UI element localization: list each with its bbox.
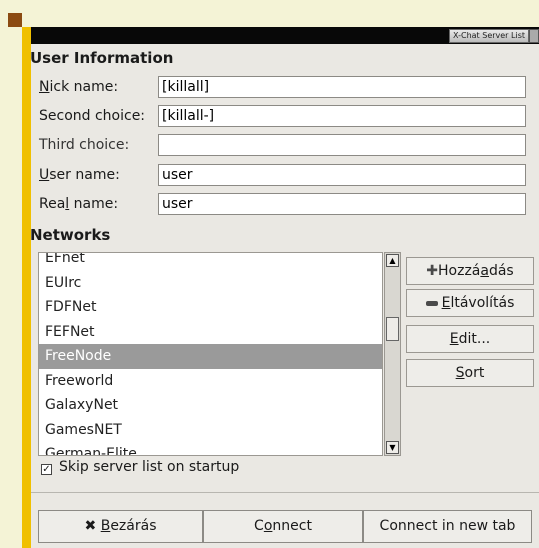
scroll-up-arrow-icon[interactable]: ▲ xyxy=(386,254,399,267)
scrollbar-thumb[interactable] xyxy=(386,317,399,341)
plus-icon: ✚ xyxy=(426,263,438,279)
checkmark-icon: ✓ xyxy=(42,464,51,475)
edit-network-button[interactable]: Edit... xyxy=(406,325,534,353)
network-list-item[interactable]: FEFNet xyxy=(39,320,382,345)
sort-networks-button[interactable]: Sort xyxy=(406,359,534,387)
minus-icon xyxy=(425,300,438,306)
window-title-tab[interactable]: X-Chat Server List xyxy=(449,29,529,43)
close-icon: ✖ xyxy=(84,518,97,534)
second-choice-input[interactable] xyxy=(158,105,526,127)
network-list-item[interactable]: EFnet xyxy=(39,253,382,271)
network-list-item[interactable]: EUIrc xyxy=(39,271,382,296)
window-control-button[interactable] xyxy=(529,29,539,43)
remove-network-label: Eltávolítás xyxy=(441,295,515,311)
user-name-input[interactable] xyxy=(158,164,526,186)
real-name-input[interactable] xyxy=(158,193,526,215)
skip-startup-label[interactable]: Skip server list on startup xyxy=(59,459,239,475)
corner-marker xyxy=(8,13,22,27)
skip-startup-checkbox[interactable]: ✓ xyxy=(41,464,52,475)
footer-separator xyxy=(31,492,539,493)
network-list-scrollbar[interactable]: ▲ ▼ xyxy=(384,252,401,456)
real-name-label: Real name: xyxy=(39,196,119,212)
network-list-item[interactable]: Freeworld xyxy=(39,369,382,394)
network-list-item-selected[interactable]: FreeNode xyxy=(39,344,382,369)
add-network-button[interactable]: ✚Hozzáadás xyxy=(406,257,534,285)
third-choice-label: Third choice: xyxy=(39,137,130,153)
connect-new-tab-button[interactable]: Connect in new tab xyxy=(363,510,532,543)
network-list-item[interactable]: GalaxyNet xyxy=(39,393,382,418)
networks-heading: Networks xyxy=(30,226,111,244)
network-list-item[interactable]: GamesNET xyxy=(39,418,382,443)
third-choice-input[interactable] xyxy=(158,134,526,156)
server-list-window: X-Chat Server List User Information Nick… xyxy=(22,27,539,548)
window-border xyxy=(22,27,31,548)
user-information-heading: User Information xyxy=(30,49,174,67)
second-choice-label: Second choice: xyxy=(39,108,146,124)
remove-network-button[interactable]: Eltávolítás xyxy=(406,289,534,317)
close-button[interactable]: ✖ Bezárás xyxy=(38,510,203,543)
user-name-label: User name: xyxy=(39,167,120,183)
title-bar[interactable]: X-Chat Server List xyxy=(31,27,539,44)
network-list-item[interactable]: German-Elite xyxy=(39,442,382,455)
connect-button[interactable]: Connect xyxy=(203,510,363,543)
network-list[interactable]: EFnet EUIrc FDFNet FEFNet FreeNode Freew… xyxy=(38,252,383,456)
nick-name-input[interactable] xyxy=(158,76,526,98)
network-list-item[interactable]: FDFNet xyxy=(39,295,382,320)
nick-name-label: Nick name: xyxy=(39,79,119,95)
add-network-label: Hozzáadás xyxy=(438,263,514,279)
scroll-down-arrow-icon[interactable]: ▼ xyxy=(386,441,399,454)
